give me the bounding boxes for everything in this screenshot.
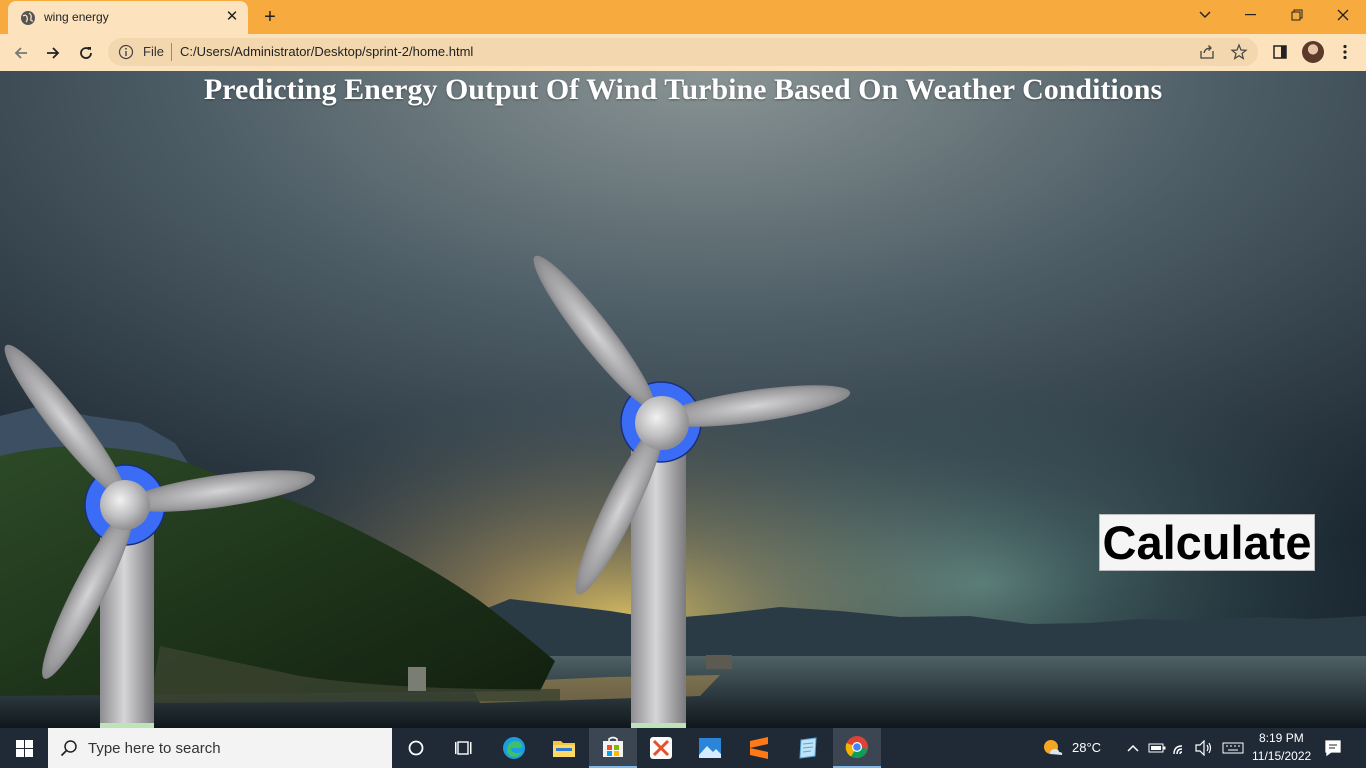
task-view-icon[interactable] [440, 728, 488, 768]
calculate-button[interactable]: Calculate [1099, 514, 1315, 571]
weather-icon[interactable] [1042, 737, 1064, 759]
battery-icon[interactable] [1148, 739, 1166, 757]
microsoft-store-icon[interactable] [589, 728, 637, 768]
browser-tab[interactable]: wing energy ✕ [8, 1, 248, 34]
minimize-icon[interactable] [1228, 0, 1274, 30]
notepad-icon[interactable] [784, 728, 832, 768]
reload-icon[interactable] [73, 40, 99, 66]
share-icon[interactable] [1198, 43, 1216, 61]
wind-turbine-center [533, 255, 851, 728]
new-tab-plus-icon[interactable]: + [258, 5, 282, 29]
tab-search-chevron-down-icon[interactable] [1182, 0, 1228, 30]
url-text[interactable]: C:/Users/Administrator/Desktop/sprint-2/… [180, 44, 473, 59]
weather-temperature[interactable]: 28°C [1072, 740, 1101, 755]
tab-close-icon[interactable]: ✕ [222, 7, 242, 27]
wind-turbine-left [4, 344, 316, 728]
windows-taskbar: Type here to search 28°C 8:19 PM 11/15/2… [0, 728, 1366, 768]
back-arrow-icon[interactable] [8, 40, 34, 66]
chevron-up-icon[interactable] [1124, 739, 1142, 757]
search-icon [60, 740, 77, 757]
chrome-icon[interactable] [833, 728, 881, 768]
page-viewport: Predicting Energy Output Of Wind Turbine… [0, 71, 1366, 728]
restore-icon[interactable] [1274, 0, 1320, 30]
search-placeholder: Type here to search [88, 740, 221, 757]
browser-titlebar: wing energy ✕ + [0, 0, 1366, 34]
clock-date[interactable]: 11/15/2022 [1252, 749, 1311, 763]
speaker-icon[interactable] [1195, 739, 1213, 757]
clock-time[interactable]: 8:19 PM [1259, 731, 1304, 745]
file-label: File [143, 44, 164, 59]
windows-start-icon[interactable] [0, 728, 48, 768]
address-bar[interactable]: File C:/Users/Administrator/Desktop/spri… [108, 38, 1258, 66]
notification-icon[interactable] [1324, 739, 1342, 757]
profile-avatar[interactable] [1302, 41, 1324, 63]
xampp-icon[interactable] [637, 728, 685, 768]
wifi-icon[interactable] [1172, 739, 1190, 757]
info-icon[interactable] [118, 44, 134, 60]
photos-icon[interactable] [686, 728, 734, 768]
file-explorer-icon[interactable] [540, 728, 588, 768]
kebab-menu-icon[interactable] [1335, 42, 1355, 62]
globe-icon [21, 11, 35, 25]
cortana-icon[interactable] [392, 728, 440, 768]
forward-arrow-icon[interactable] [40, 40, 66, 66]
side-panel-icon[interactable] [1270, 42, 1290, 62]
star-icon[interactable] [1230, 43, 1248, 61]
edge-icon[interactable] [490, 728, 538, 768]
window-close-icon[interactable] [1320, 0, 1366, 30]
address-divider [171, 43, 172, 61]
taskbar-search-box[interactable]: Type here to search [48, 728, 392, 768]
wind-turbines-illustration [4, 255, 851, 728]
keyboard-icon[interactable] [1222, 739, 1244, 757]
sublime-text-icon[interactable] [735, 728, 783, 768]
tab-title: wing energy [44, 10, 109, 24]
browser-toolbar: File C:/Users/Administrator/Desktop/spri… [0, 34, 1366, 72]
